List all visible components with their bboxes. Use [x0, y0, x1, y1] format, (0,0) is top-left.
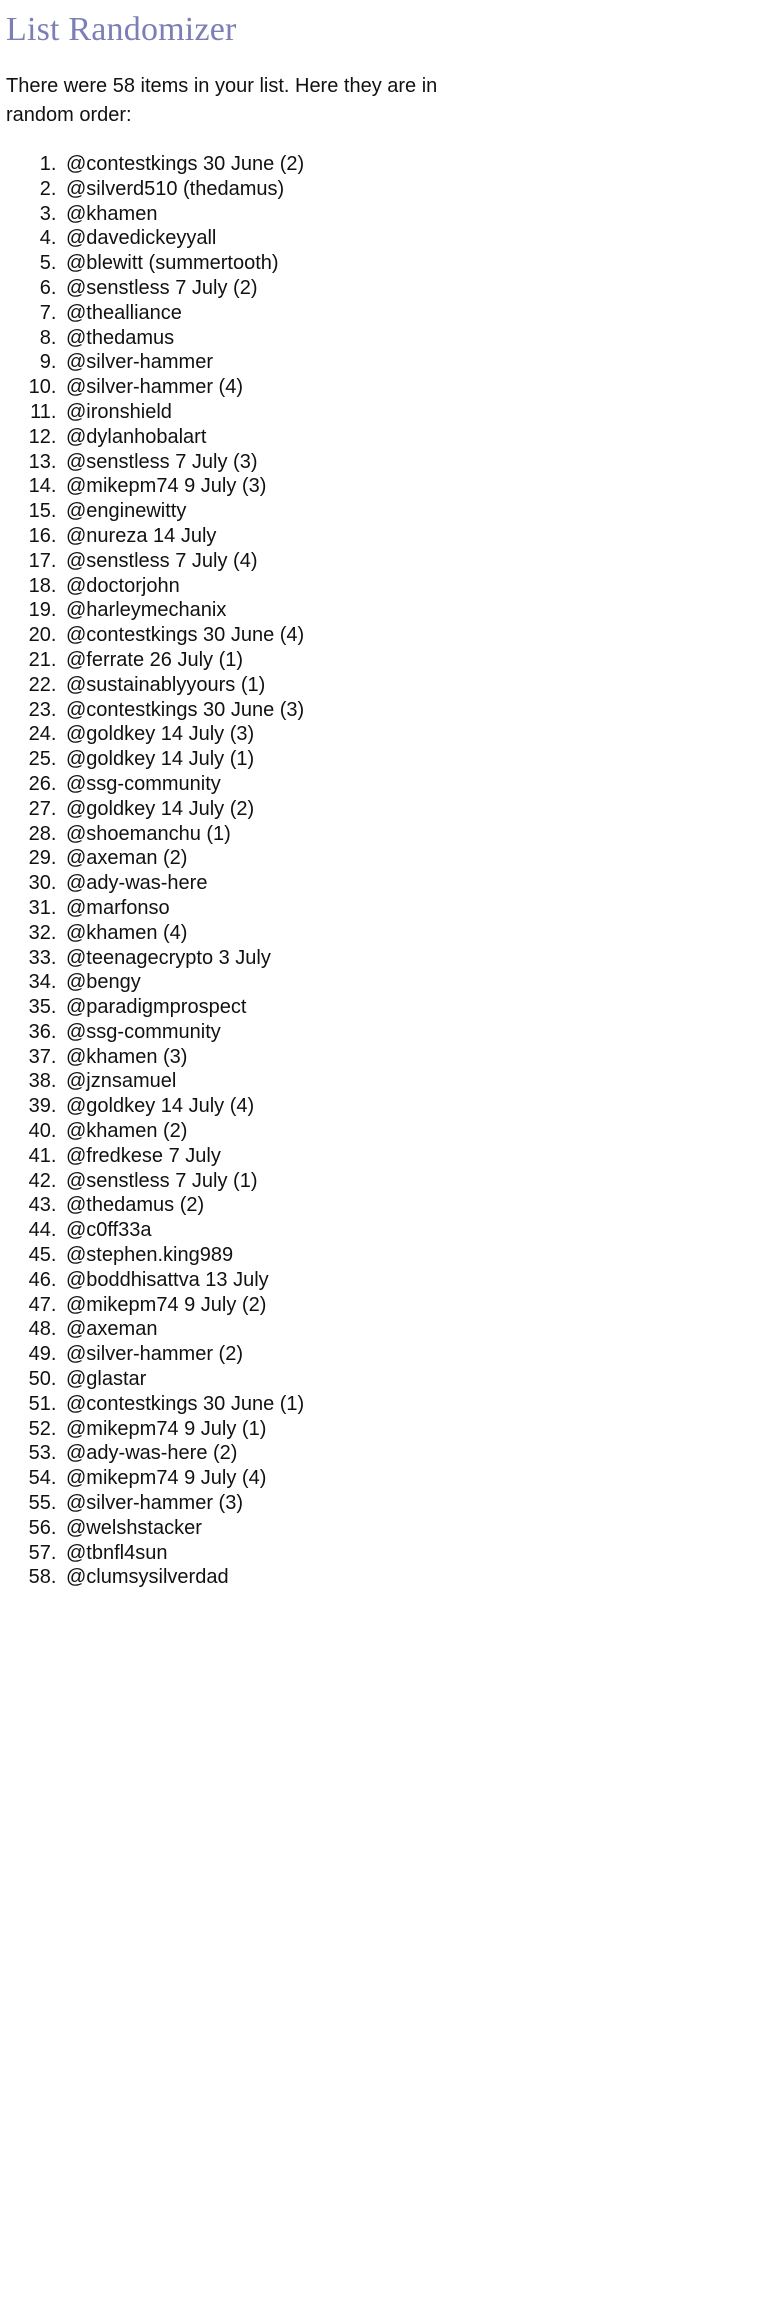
- list-item: @goldkey 14 July (2): [62, 797, 768, 822]
- list-item: @thedamus (2): [62, 1193, 768, 1218]
- list-item: @mikepm74 9 July (4): [62, 1466, 768, 1491]
- list-item: @khamen: [62, 202, 768, 227]
- list-item: @silver-hammer: [62, 350, 768, 375]
- list-item: @contestkings 30 June (4): [62, 623, 768, 648]
- list-item: @silver-hammer (3): [62, 1491, 768, 1516]
- list-item: @thealliance: [62, 301, 768, 326]
- list-item: @goldkey 14 July (3): [62, 722, 768, 747]
- list-item: @axeman: [62, 1317, 768, 1342]
- list-item: @khamen (4): [62, 921, 768, 946]
- list-item: @silver-hammer (4): [62, 375, 768, 400]
- list-item: @enginewitty: [62, 499, 768, 524]
- list-randomizer-page: List Randomizer There were 58 items in y…: [0, 0, 768, 1590]
- list-item: @goldkey 14 July (4): [62, 1094, 768, 1119]
- list-item: @ady-was-here (2): [62, 1441, 768, 1466]
- list-item: @ferrate 26 July (1): [62, 648, 768, 673]
- list-item: @khamen (2): [62, 1119, 768, 1144]
- list-item: @davedickeyyall: [62, 226, 768, 251]
- list-item: @stephen.king989: [62, 1243, 768, 1268]
- page-title: List Randomizer: [6, 11, 237, 48]
- list-item: @ady-was-here: [62, 871, 768, 896]
- list-item: @marfonso: [62, 896, 768, 921]
- list-item: @thedamus: [62, 326, 768, 351]
- list-item: @shoemanchu (1): [62, 822, 768, 847]
- list-item: @tbnfl4sun: [62, 1541, 768, 1566]
- list-item: @mikepm74 9 July (1): [62, 1417, 768, 1442]
- list-item: @ironshield: [62, 400, 768, 425]
- list-item: @senstless 7 July (1): [62, 1169, 768, 1194]
- list-item: @senstless 7 July (2): [62, 276, 768, 301]
- list-item: @jznsamuel: [62, 1069, 768, 1094]
- list-item: @welshstacker: [62, 1516, 768, 1541]
- list-item: @teenagecrypto 3 July: [62, 946, 768, 971]
- list-item: @goldkey 14 July (1): [62, 747, 768, 772]
- list-item: @paradigmprospect: [62, 995, 768, 1020]
- list-item: @blewitt (summertooth): [62, 251, 768, 276]
- list-item: @khamen (3): [62, 1045, 768, 1070]
- list-item: @doctorjohn: [62, 574, 768, 599]
- randomized-list: @contestkings 30 June (2)@silverd510 (th…: [0, 152, 768, 1590]
- list-item: @senstless 7 July (3): [62, 450, 768, 475]
- list-item: @silver-hammer (2): [62, 1342, 768, 1367]
- list-item: @senstless 7 July (4): [62, 549, 768, 574]
- list-item: @fredkese 7 July: [62, 1144, 768, 1169]
- list-item: @clumsysilverdad: [62, 1565, 768, 1590]
- list-item: @contestkings 30 June (3): [62, 698, 768, 723]
- list-item: @ssg-community: [62, 772, 768, 797]
- list-item: @c0ff33a: [62, 1218, 768, 1243]
- list-item: @harleymechanix: [62, 598, 768, 623]
- list-item: @glastar: [62, 1367, 768, 1392]
- list-item: @contestkings 30 June (1): [62, 1392, 768, 1417]
- list-item: @contestkings 30 June (2): [62, 152, 768, 177]
- list-item: @sustainablyyours (1): [62, 673, 768, 698]
- list-item: @mikepm74 9 July (2): [62, 1293, 768, 1318]
- list-item: @dylanhobalart: [62, 425, 768, 450]
- list-item: @nureza 14 July: [62, 524, 768, 549]
- list-item: @bengy: [62, 970, 768, 995]
- intro-text: There were 58 items in your list. Here t…: [6, 75, 438, 126]
- list-item: @silverd510 (thedamus): [62, 177, 768, 202]
- list-item: @boddhisattva 13 July: [62, 1268, 768, 1293]
- list-item: @mikepm74 9 July (3): [62, 474, 768, 499]
- list-item: @ssg-community: [62, 1020, 768, 1045]
- list-item: @axeman (2): [62, 846, 768, 871]
